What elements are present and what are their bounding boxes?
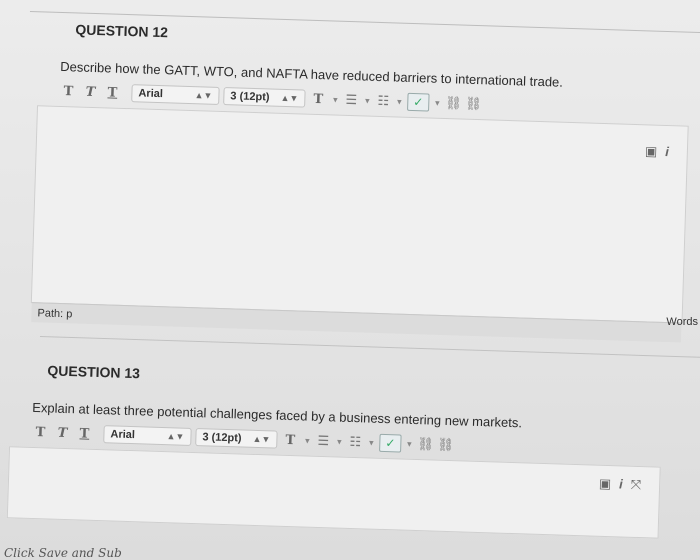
underline-icon[interactable]: T xyxy=(103,85,121,101)
editor-right-icons: ▣ i xyxy=(645,143,669,160)
info-icon[interactable]: i xyxy=(665,144,669,160)
dropdown-dot-icon[interactable]: ▾ xyxy=(405,438,413,449)
page: QUESTION 12 Describe how the GATT, WTO, … xyxy=(0,0,700,560)
footer-instruction: Click Save and Sub xyxy=(4,546,122,560)
dropdown-dot-icon[interactable]: ▾ xyxy=(367,437,375,448)
preview-icon[interactable]: ▣ xyxy=(599,476,612,492)
question-header: QUESTION 13 xyxy=(47,362,141,382)
unlink-icon[interactable]: ⛓ xyxy=(437,437,454,453)
answer-editor[interactable]: ▣ i Path: p xyxy=(30,105,689,343)
info-icon[interactable]: i xyxy=(619,476,623,492)
unlink-icon[interactable]: ⛓ xyxy=(465,96,482,112)
bold-icon[interactable]: T xyxy=(31,424,49,440)
editor-right-icons: ▣ i ⤧ xyxy=(599,476,642,493)
link-icon[interactable]: ⛓ xyxy=(417,436,434,452)
select-arrow-icon: ▲▼ xyxy=(252,433,271,445)
fullscreen-icon[interactable]: ⤧ xyxy=(630,477,642,493)
link-icon[interactable]: ⛓ xyxy=(445,95,462,111)
bullet-list-icon[interactable]: ☰ xyxy=(343,92,359,108)
font-family-select[interactable]: Arial ▲▼ xyxy=(103,425,192,446)
question-12: QUESTION 12 Describe how the GATT, WTO, … xyxy=(0,10,700,343)
dropdown-dot-icon[interactable]: ▾ xyxy=(331,94,339,105)
path-bar: Path: p xyxy=(31,302,682,343)
question-header: QUESTION 12 xyxy=(29,10,700,60)
word-count-label: Words xyxy=(666,316,698,328)
spellcheck-icon[interactable]: ✓ xyxy=(407,92,430,112)
text-color-icon[interactable]: T xyxy=(309,91,327,107)
dropdown-dot-icon[interactable]: ▾ xyxy=(303,435,311,446)
italic-icon[interactable]: T xyxy=(81,84,99,100)
font-family-select[interactable]: Arial ▲▼ xyxy=(131,84,220,105)
text-color-icon[interactable]: T xyxy=(281,432,299,448)
dropdown-dot-icon[interactable]: ▾ xyxy=(395,96,403,107)
bold-icon[interactable]: T xyxy=(59,83,77,99)
dropdown-dot-icon[interactable]: ▾ xyxy=(335,436,343,447)
numbered-list-icon[interactable]: ☷ xyxy=(347,434,363,450)
font-size-select[interactable]: 3 (12pt) ▲▼ xyxy=(195,428,278,449)
dropdown-dot-icon[interactable]: ▾ xyxy=(363,95,371,106)
select-arrow-icon: ▲▼ xyxy=(166,431,185,442)
question-13: QUESTION 13 Explain at least three poten… xyxy=(0,352,672,539)
font-size-value: 3 (12pt) xyxy=(230,90,270,104)
dropdown-dot-icon[interactable]: ▾ xyxy=(433,97,441,108)
font-size-value: 3 (12pt) xyxy=(202,431,242,445)
bullet-list-icon[interactable]: ☰ xyxy=(315,433,331,449)
select-arrow-icon: ▲▼ xyxy=(280,92,299,104)
font-size-select[interactable]: 3 (12pt) ▲▼ xyxy=(223,87,306,108)
numbered-list-icon[interactable]: ☷ xyxy=(375,93,391,109)
answer-editor[interactable]: ▣ i ⤧ xyxy=(6,446,661,539)
select-arrow-icon: ▲▼ xyxy=(194,90,213,101)
font-family-value: Arial xyxy=(110,428,136,442)
font-family-value: Arial xyxy=(138,87,164,101)
preview-icon[interactable]: ▣ xyxy=(645,143,658,159)
spellcheck-icon[interactable]: ✓ xyxy=(379,433,402,453)
underline-icon[interactable]: T xyxy=(75,426,93,442)
italic-icon[interactable]: T xyxy=(53,425,71,441)
